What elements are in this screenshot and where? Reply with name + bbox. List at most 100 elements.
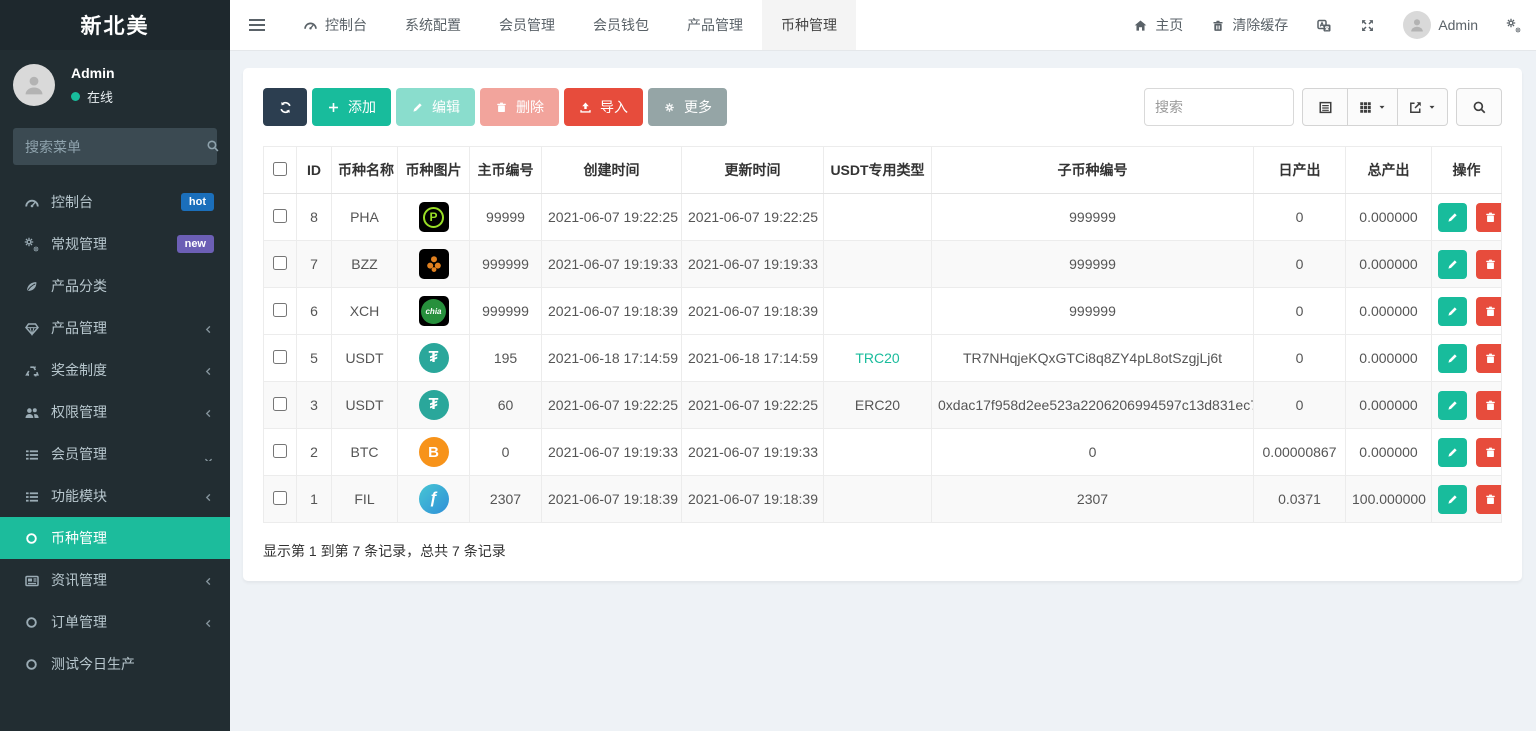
- sidebar-item-product-manage[interactable]: 产品管理: [0, 307, 230, 349]
- table-row: 1 FIL ƒ 2307 2021-06-07 19:18:39 2021-06…: [264, 476, 1502, 523]
- cell-total-output: 0.000000: [1346, 429, 1432, 476]
- refresh-button[interactable]: [263, 88, 307, 126]
- language-icon: [1316, 16, 1332, 33]
- sidebar-item-currency[interactable]: 币种管理: [0, 517, 230, 559]
- sidebar-item-member[interactable]: 会员管理: [0, 433, 230, 475]
- cell-id: 1: [297, 476, 332, 523]
- leaf-icon: [24, 278, 40, 295]
- add-label: 添加: [348, 97, 376, 117]
- cell-id: 7: [297, 241, 332, 288]
- settings-button[interactable]: [1492, 0, 1536, 50]
- bzz-coin-icon: [419, 249, 449, 279]
- dashboard-icon: [24, 193, 40, 210]
- columns-button[interactable]: [1348, 88, 1398, 126]
- row-edit-button[interactable]: [1438, 297, 1467, 326]
- export-button[interactable]: [1398, 88, 1448, 126]
- more-button[interactable]: 更多: [648, 88, 727, 126]
- row-checkbox[interactable]: [273, 209, 287, 223]
- delete-label: 删除: [516, 97, 544, 117]
- search-icon[interactable]: [206, 138, 220, 156]
- cell-daily-output: 0.0371: [1254, 476, 1346, 523]
- row-delete-button[interactable]: [1476, 438, 1502, 467]
- row-delete-button[interactable]: [1476, 297, 1502, 326]
- row-delete-button[interactable]: [1476, 203, 1502, 232]
- tab-label: 币种管理: [781, 15, 837, 35]
- tab-system-config[interactable]: 系统配置: [386, 0, 480, 50]
- sidebar-item-bonus[interactable]: 奖金制度: [0, 349, 230, 391]
- sidebar-item-label: 会员管理: [51, 444, 107, 464]
- sidebar-item-permission[interactable]: 权限管理: [0, 391, 230, 433]
- sidebar-item-product-category[interactable]: 产品分类: [0, 265, 230, 307]
- edit-button[interactable]: 编辑: [396, 88, 475, 126]
- cogs-icon: [24, 235, 40, 252]
- cell-id: 2: [297, 429, 332, 476]
- row-edit-button[interactable]: [1438, 391, 1467, 420]
- recycle-icon: [24, 361, 40, 378]
- tab-console[interactable]: 控制台: [284, 0, 386, 50]
- row-delete-button[interactable]: [1476, 485, 1502, 514]
- user-menu[interactable]: Admin: [1389, 0, 1492, 50]
- row-delete-button[interactable]: [1476, 250, 1502, 279]
- detail-view-button[interactable]: [1302, 88, 1348, 126]
- cell-created: 2021-06-07 19:19:33: [542, 429, 682, 476]
- tab-label: 会员管理: [499, 15, 555, 35]
- fil-coin-icon: ƒ: [419, 484, 449, 514]
- cell-main-no: 60: [470, 382, 542, 429]
- cell-sub-no: 2307: [932, 476, 1254, 523]
- cell-created: 2021-06-07 19:18:39: [542, 288, 682, 335]
- select-all-checkbox[interactable]: [273, 162, 287, 176]
- sidebar-item-test-production[interactable]: 测试今日生产: [0, 643, 230, 685]
- cell-updated: 2021-06-07 19:18:39: [682, 288, 824, 335]
- cell-created: 2021-06-07 19:19:33: [542, 241, 682, 288]
- clear-cache-button[interactable]: 清除缓存: [1197, 0, 1302, 50]
- cell-id: 5: [297, 335, 332, 382]
- sidebar-item-console[interactable]: 控制台 hot: [0, 181, 230, 223]
- sidebar-item-modules[interactable]: 功能模块: [0, 475, 230, 517]
- home-link[interactable]: 主页: [1119, 0, 1197, 50]
- tab-currency-manage[interactable]: 币种管理: [762, 0, 856, 50]
- row-edit-button[interactable]: [1438, 344, 1467, 373]
- row-checkbox[interactable]: [273, 256, 287, 270]
- row-edit-button[interactable]: [1438, 250, 1467, 279]
- row-edit-button[interactable]: [1438, 485, 1467, 514]
- table-search-input[interactable]: [1144, 88, 1294, 126]
- cell-created: 2021-06-07 19:22:25: [542, 194, 682, 241]
- search-button[interactable]: [1456, 88, 1502, 126]
- sidebar-menu: 控制台 hot 常规管理 new 产品分类 产品管理 奖金制度 权限管理: [0, 181, 230, 685]
- language-button[interactable]: [1302, 0, 1346, 50]
- row-edit-button[interactable]: [1438, 203, 1467, 232]
- currency-table: ID 币种名称 币种图片 主币编号 创建时间 更新时间 USDT专用类型 子币种…: [263, 146, 1502, 523]
- row-checkbox[interactable]: [273, 397, 287, 411]
- row-checkbox[interactable]: [273, 350, 287, 364]
- sidebar-search-input[interactable]: [25, 139, 206, 155]
- import-button[interactable]: 导入: [564, 88, 643, 126]
- tab-product-manage[interactable]: 产品管理: [668, 0, 762, 50]
- tab-member-wallet[interactable]: 会员钱包: [574, 0, 668, 50]
- cell-sub-no: 999999: [932, 194, 1254, 241]
- delete-button[interactable]: 删除: [480, 88, 559, 126]
- cell-main-no: 999999: [470, 241, 542, 288]
- cell-total-output: 0.000000: [1346, 194, 1432, 241]
- sidebar-item-general[interactable]: 常规管理 new: [0, 223, 230, 265]
- sidebar-item-orders[interactable]: 订单管理: [0, 601, 230, 643]
- row-checkbox[interactable]: [273, 303, 287, 317]
- row-delete-button[interactable]: [1476, 344, 1502, 373]
- usdt-coin-icon: ₮: [419, 343, 449, 373]
- row-delete-button[interactable]: [1476, 391, 1502, 420]
- table-toolbar: 添加 编辑 删除 导入 更多: [263, 88, 1502, 126]
- cell-total-output: 100.000000: [1346, 476, 1432, 523]
- tab-member-manage[interactable]: 会员管理: [480, 0, 574, 50]
- sidebar-item-news[interactable]: 资讯管理: [0, 559, 230, 601]
- row-checkbox[interactable]: [273, 491, 287, 505]
- cell-id: 8: [297, 194, 332, 241]
- sidebar-toggle-button[interactable]: [230, 0, 284, 50]
- add-button[interactable]: 添加: [312, 88, 391, 126]
- row-checkbox[interactable]: [273, 444, 287, 458]
- cell-id: 6: [297, 288, 332, 335]
- cell-daily-output: 0: [1254, 241, 1346, 288]
- tab-label: 会员钱包: [593, 15, 649, 35]
- row-edit-button[interactable]: [1438, 438, 1467, 467]
- table-row: 3 USDT ₮ 60 2021-06-07 19:22:25 2021-06-…: [264, 382, 1502, 429]
- table-row: 2 BTC B 0 2021-06-07 19:19:33 2021-06-07…: [264, 429, 1502, 476]
- fullscreen-button[interactable]: [1346, 0, 1389, 50]
